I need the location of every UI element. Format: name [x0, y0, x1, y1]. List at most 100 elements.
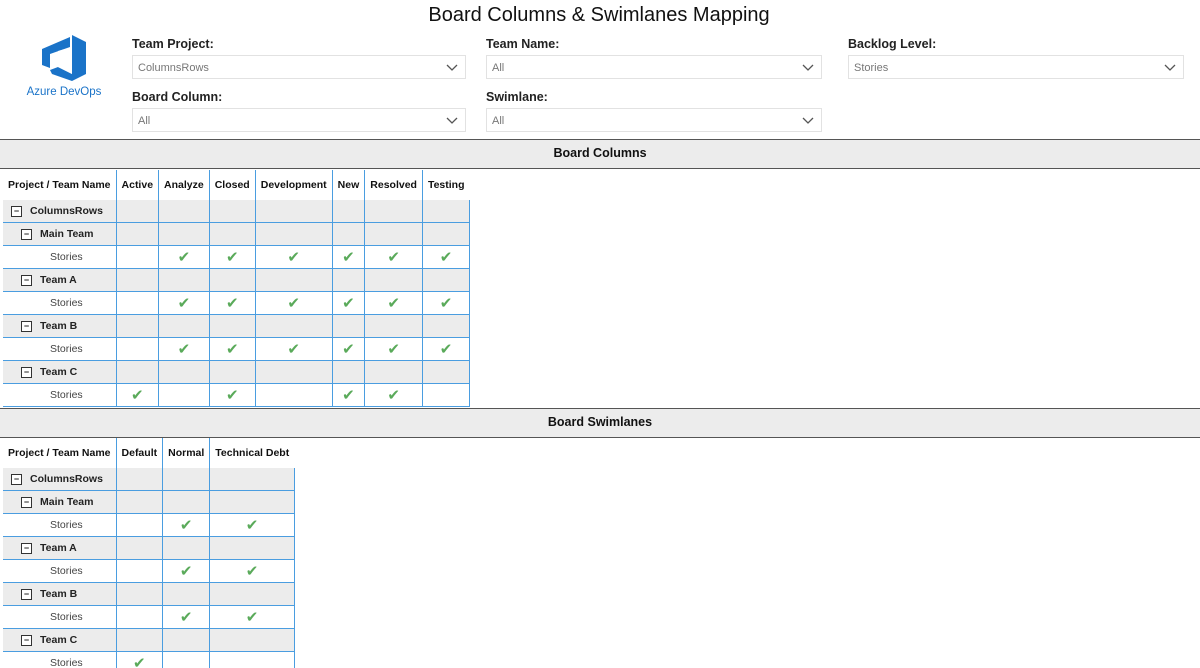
matrix-cell [255, 314, 333, 338]
row-header-cell: Stories [3, 383, 117, 407]
matrix-cell [116, 628, 164, 652]
column-header[interactable]: Analyze [158, 170, 210, 200]
collapse-toggle-icon[interactable]: − [21, 542, 32, 554]
azure-devops-logo-icon [42, 35, 86, 81]
checkmark-icon: ✔ [130, 386, 144, 404]
checkmark-icon: ✔ [342, 294, 355, 312]
table-row: − Main Team [3, 222, 471, 246]
collapse-toggle-icon[interactable]: − [11, 473, 22, 485]
matrix-cell: ✔ [162, 559, 211, 583]
checkmark-icon: ✔ [179, 608, 193, 626]
collapse-toggle-icon[interactable]: − [21, 320, 32, 332]
row-label: Stories [3, 384, 116, 406]
collapse-toggle-icon[interactable]: − [21, 366, 32, 378]
row-header-cell: Stories [3, 245, 117, 269]
matrix-cell [116, 559, 164, 583]
checkmark-icon: ✔ [342, 248, 355, 266]
row-header-cell: − Team B [3, 582, 117, 606]
matrix-cell [158, 222, 210, 246]
team-project-dropdown[interactable]: ColumnsRows [132, 55, 466, 79]
team-name-value: All [492, 62, 505, 74]
matrix-cell [209, 268, 256, 292]
matrix-cell: ✔ [162, 513, 211, 537]
matrix-cell: ✔ [209, 513, 295, 537]
matrix-cell [116, 268, 160, 292]
matrix-cell [116, 200, 160, 223]
matrix-cell: ✔ [255, 245, 333, 269]
matrix-cell [116, 468, 164, 491]
collapse-toggle-icon[interactable]: − [21, 634, 32, 646]
column-header[interactable]: Active [116, 170, 160, 200]
table-row: − Main Team [3, 490, 295, 514]
board-swimlanes-matrix: Project / Team Name Default Normal Technica… [3, 438, 295, 668]
matrix-cell [422, 268, 471, 292]
column-header[interactable]: New [332, 170, 366, 200]
row-label-text: ColumnsRows [30, 473, 103, 485]
collapse-toggle-icon[interactable]: − [21, 274, 32, 286]
matrix-cell: ✔ [209, 245, 256, 269]
matrix-cell: ✔ [332, 245, 366, 269]
collapse-toggle-icon[interactable]: − [21, 588, 32, 600]
board-columns-matrix: Project / Team Name Active Analyze Closed De… [3, 170, 471, 407]
table-row: Stories ✔ ✔ [3, 559, 295, 583]
swimlane-slicer: Swimlane: All [486, 90, 822, 132]
collapse-toggle-icon[interactable]: − [11, 205, 22, 217]
row-label: Stories [3, 292, 116, 314]
row-label-text: Stories [50, 251, 83, 263]
backlog-level-value: Stories [854, 62, 889, 74]
row-header-cell: − Team C [3, 360, 117, 384]
row-header-cell: − Team A [3, 536, 117, 560]
column-header[interactable]: Testing [422, 170, 469, 200]
checkmark-icon: ✔ [387, 294, 400, 312]
matrix-cell [422, 200, 471, 223]
matrix-cell: ✔ [364, 383, 423, 407]
matrix-cell [422, 383, 471, 407]
backlog-level-dropdown[interactable]: Stories [848, 55, 1184, 79]
row-label: − Team A [3, 537, 116, 559]
row-header-cell: − Team C [3, 628, 117, 652]
table-row: − ColumnsRows [3, 200, 471, 223]
column-header[interactable]: Closed [209, 170, 256, 200]
matrix-cell [158, 360, 210, 384]
row-label: − Main Team [3, 223, 116, 245]
team-name-dropdown[interactable]: All [486, 55, 822, 79]
row-label: − ColumnsRows [3, 200, 116, 222]
row-label-text: Team B [40, 320, 78, 332]
row-label-text: ColumnsRows [30, 205, 103, 217]
collapse-toggle-icon[interactable]: − [21, 496, 32, 508]
checkmark-icon: ✔ [225, 248, 239, 266]
swimlane-dropdown[interactable]: All [486, 108, 822, 132]
matrix-cell [116, 245, 160, 269]
matrix-cell [364, 314, 423, 338]
column-header[interactable]: Project / Team Name [3, 170, 117, 200]
row-header-cell: Stories [3, 651, 117, 668]
matrix-cell: ✔ [332, 383, 366, 407]
matrix-cell: ✔ [158, 291, 210, 315]
chevron-down-icon [446, 64, 458, 71]
matrix-cell [209, 490, 295, 514]
column-header[interactable]: Default [116, 438, 164, 468]
board-column-dropdown[interactable]: All [132, 108, 466, 132]
matrix-cell [255, 360, 333, 384]
collapse-toggle-icon[interactable]: − [21, 228, 32, 240]
table-header-row: Project / Team Name Active Analyze Closed De… [3, 170, 470, 200]
backlog-level-label: Backlog Level: [848, 37, 937, 51]
checkmark-icon: ✔ [177, 248, 191, 266]
checkmark-icon: ✔ [287, 294, 300, 312]
matrix-cell [422, 360, 471, 384]
column-header[interactable]: Development [255, 170, 333, 200]
matrix-cell: ✔ [364, 337, 423, 361]
table-row: Stories ✔ ✔ ✔ ✔ ✔ ✔ [3, 245, 471, 269]
column-header[interactable]: Normal [162, 438, 211, 468]
matrix-cell: ✔ [209, 383, 256, 407]
row-label: Stories [3, 606, 116, 628]
matrix-cell [158, 314, 210, 338]
column-header[interactable]: Resolved [364, 170, 423, 200]
matrix-cell: ✔ [364, 245, 423, 269]
checkmark-icon: ✔ [387, 386, 400, 404]
page-title: Board Columns & Swimlanes Mapping [428, 4, 770, 26]
column-header[interactable]: Technical Debt [210, 438, 294, 468]
checkmark-icon: ✔ [133, 654, 146, 668]
checkmark-icon: ✔ [439, 294, 453, 312]
column-header[interactable]: Project / Team Name [3, 438, 117, 468]
